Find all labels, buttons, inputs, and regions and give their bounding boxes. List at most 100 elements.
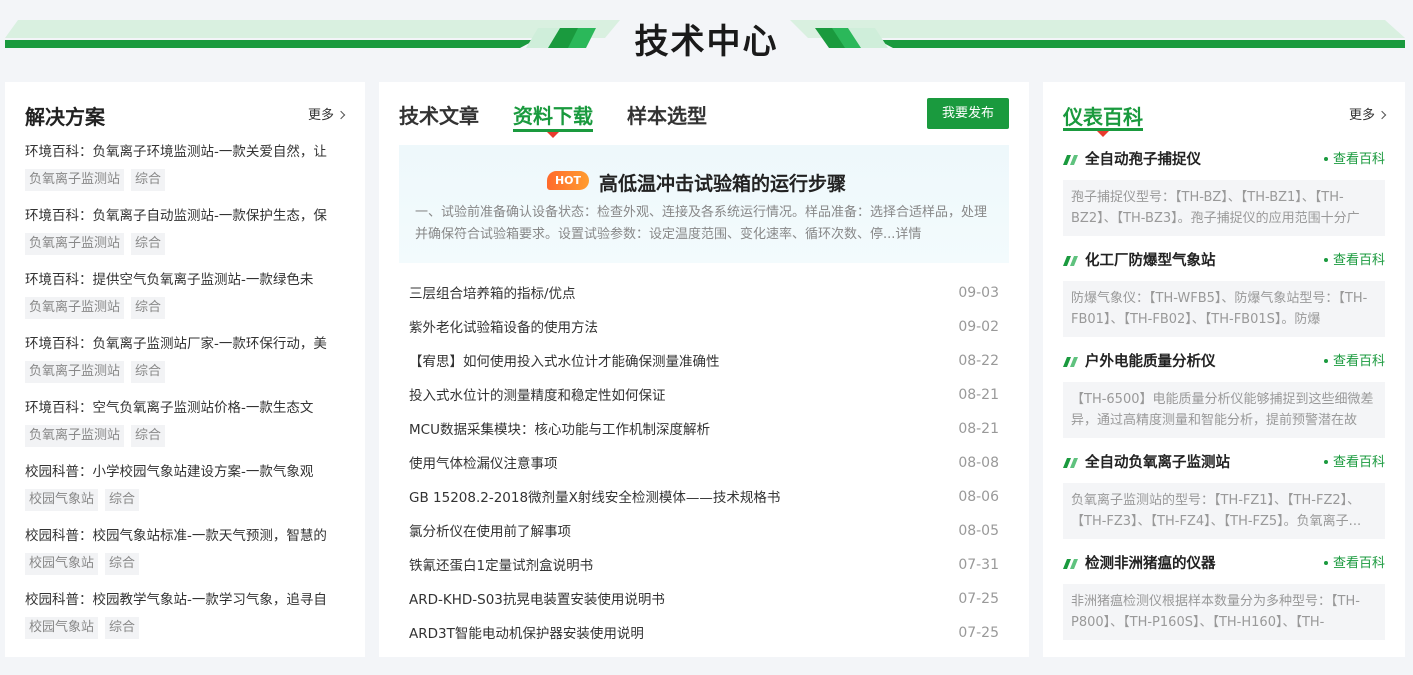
bullet-dot-icon — [1323, 460, 1328, 464]
solution-title-link[interactable]: 环境百科：空气负氧离子监测站价格-一款生态文 — [25, 398, 350, 418]
encyclopedia-item-title[interactable]: 户外电能质量分析仪 — [1085, 350, 1216, 374]
tag[interactable]: 校园气象站 — [25, 553, 99, 575]
encyclopedia-item-description: 负氧离子监测站的型号：【TH-FZ1】、【TH-FZ2】、【TH-FZ3】、【T… — [1063, 483, 1385, 539]
view-encyclopedia-link[interactable]: 查看百科 — [1323, 148, 1385, 172]
solution-title-link[interactable]: 环境百科：负氧离子环境监测站-一款关爱自然，让 — [25, 142, 350, 162]
encyclopedia-item-title[interactable]: 检测非洲猪瘟的仪器 — [1085, 552, 1216, 576]
list-item[interactable]: ARD-KHD-S03抗晃电装置安装使用说明书 07-25 — [409, 582, 999, 616]
encyclopedia-item-header: 化工厂防爆型气象站 查看百科 — [1063, 249, 1385, 273]
list-item[interactable]: 【宥思】如何使用投入式水位计才能确保测量准确性 08-22 — [409, 344, 999, 378]
view-encyclopedia-label: 查看百科 — [1332, 556, 1385, 571]
encyclopedia-item-header: 户外电能质量分析仪 查看百科 — [1063, 350, 1385, 374]
solution-title-link[interactable]: 校园科普：小学校园气象站建设方案-一款气象观 — [25, 462, 350, 482]
article-title-link[interactable]: 紫外老化试验箱设备的使用方法 — [409, 320, 598, 336]
slash-marks-icon — [1063, 458, 1078, 468]
tag[interactable]: 综合 — [105, 489, 140, 511]
slash-marks-icon — [1063, 155, 1078, 165]
tag[interactable]: 负氧离子监测站 — [25, 425, 125, 447]
article-date: 08-21 — [958, 421, 999, 437]
tag[interactable]: 综合 — [131, 361, 166, 383]
list-item[interactable]: MCU数据采集模块：核心功能与工作机制深度解析 08-21 — [409, 412, 999, 446]
tag[interactable]: 综合 — [131, 233, 166, 255]
tag[interactable]: 负氧离子监测站 — [25, 361, 125, 383]
solution-title-link[interactable]: 校园科普：校园教学气象站-一款学习气象，追寻自 — [25, 590, 350, 610]
article-date: 08-22 — [958, 353, 999, 369]
list-item[interactable]: 紫外老化试验箱设备的使用方法 09-02 — [409, 310, 999, 344]
article-title-link[interactable]: MCU数据采集模块：核心功能与工作机制深度解析 — [409, 422, 710, 438]
solution-title-link[interactable]: 环境百科：提供空气负氧离子监测站-一款绿色未 — [25, 270, 350, 290]
bullet-dot-icon — [1323, 157, 1328, 161]
view-encyclopedia-link[interactable]: 查看百科 — [1323, 249, 1385, 273]
encyclopedia-item-header: 全自动负氧离子监测站 查看百科 — [1063, 451, 1385, 475]
encyclopedia-item-title[interactable]: 全自动孢子捕捉仪 — [1085, 148, 1201, 172]
tag[interactable]: 综合 — [131, 169, 166, 191]
tag[interactable]: 校园气象站 — [25, 617, 99, 639]
view-encyclopedia-label: 查看百科 — [1332, 253, 1385, 268]
view-encyclopedia-link[interactable]: 查看百科 — [1323, 552, 1385, 576]
article-title-link[interactable]: 使用气体检漏仪注意事项 — [409, 456, 558, 472]
view-encyclopedia-label: 查看百科 — [1332, 152, 1385, 167]
tab-articles[interactable]: 技术文章 — [399, 100, 479, 132]
tab-samples[interactable]: 样本选型 — [627, 100, 707, 132]
solutions-title: 解决方案 — [25, 105, 105, 129]
article-title-link[interactable]: 氯分析仪在使用前了解事项 — [409, 524, 571, 540]
tag[interactable]: 校园气象站 — [25, 489, 99, 511]
tag[interactable]: 负氧离子监测站 — [25, 297, 125, 319]
article-title-link[interactable]: GB 15208.2-2018微剂量X射线安全检测模体——技术规格书 — [409, 490, 780, 506]
slash-marks-icon — [1063, 559, 1078, 569]
encyclopedia-item-description: 【TH-6500】电能质量分析仪能够捕捉到这些细微差异，通过高精度测量和智能分析… — [1063, 382, 1385, 438]
list-item[interactable]: 氯分析仪在使用前了解事项 08-05 — [409, 514, 999, 548]
tag[interactable]: 负氧离子监测站 — [25, 169, 125, 191]
list-item[interactable]: 铁氰还蛋白1定量试剂盒说明书 07-31 — [409, 548, 999, 582]
article-title-link[interactable]: ARD-KHD-S03抗晃电装置安装使用说明书 — [409, 592, 665, 608]
tag[interactable]: 综合 — [131, 425, 166, 447]
featured-article[interactable]: HOT 高低温冲击试验箱的运行步骤 一、试验前准备确认设备状态：检查外观、连接及… — [399, 145, 1009, 263]
list-item[interactable]: 投入式水位计的测量精度和稳定性如何保证 08-21 — [409, 378, 999, 412]
tag[interactable]: 综合 — [131, 297, 166, 319]
article-title-link[interactable]: 铁氰还蛋白1定量试剂盒说明书 — [409, 558, 593, 574]
encyclopedia-item: 全自动负氧离子监测站 查看百科负氧离子监测站的型号：【TH-FZ1】、【TH-FZ… — [1063, 451, 1385, 552]
encyclopedia-more-link[interactable]: 更多 — [1349, 104, 1387, 123]
solution-title-link[interactable]: 校园科普：校园气象站标准-一款天气预测，智慧的 — [25, 526, 350, 546]
downloads-panel: 技术文章 资料下载 样本选型 我要发布 HOT 高低温冲击试验箱的运行步骤 一、… — [379, 82, 1029, 657]
article-date: 08-06 — [958, 489, 999, 505]
solution-item: 环境百科：负氧离子监测站厂家-一款环保行动，美 负氧离子监测站 综合 — [25, 334, 350, 398]
list-item[interactable]: GB 15208.2-2018微剂量X射线安全检测模体——技术规格书 08-06 — [409, 480, 999, 514]
view-encyclopedia-link[interactable]: 查看百科 — [1323, 451, 1385, 475]
tag[interactable]: 负氧离子监测站 — [25, 233, 125, 255]
encyclopedia-item-header: 检测非洲猪瘟的仪器 查看百科 — [1063, 552, 1385, 576]
article-date: 08-08 — [958, 455, 999, 471]
solution-title-link[interactable]: 环境百科：负氧离子监测站厂家-一款环保行动，美 — [25, 334, 350, 354]
encyclopedia-title: 仪表百科 — [1063, 105, 1143, 129]
article-title-link[interactable]: 【宥思】如何使用投入式水位计才能确保测量准确性 — [409, 354, 720, 370]
view-encyclopedia-link[interactable]: 查看百科 — [1323, 350, 1385, 374]
tag[interactable]: 综合 — [105, 553, 140, 575]
bullet-dot-icon — [1323, 359, 1328, 363]
encyclopedia-item-title[interactable]: 全自动负氧离子监测站 — [1085, 451, 1230, 475]
encyclopedia-list: 全自动孢子捕捉仪 查看百科 孢子捕捉仪型号：【TH-BZ】、【TH-BZ1】、【TH… — [1063, 148, 1385, 653]
article-title-link[interactable]: 三层组合培养箱的指标/优点 — [409, 286, 576, 302]
view-encyclopedia-label: 查看百科 — [1332, 455, 1385, 470]
article-title-link[interactable]: 投入式水位计的测量精度和稳定性如何保证 — [409, 388, 666, 404]
solutions-more-link[interactable]: 更多 — [308, 104, 346, 123]
featured-description: 一、试验前准备确认设备状态：检查外观、连接及各系统运行情况。样品准备：选择合适样… — [415, 205, 988, 242]
solution-title-link[interactable]: 环境百科：负氧离子自动监测站-一款保护生态，保 — [25, 206, 350, 226]
publish-button[interactable]: 我要发布 — [927, 98, 1009, 129]
list-item[interactable]: 三层组合培养箱的指标/优点 09-03 — [409, 276, 999, 310]
view-encyclopedia-label: 查看百科 — [1332, 354, 1385, 369]
encyclopedia-item: 户外电能质量分析仪 查看百科【TH-6500】电能质量分析仪能够捕捉到这些细微差异… — [1063, 350, 1385, 451]
article-title-link[interactable]: ARD3T智能电动机保护器安装使用说明 — [409, 626, 644, 642]
more-label: 更多 — [1349, 108, 1376, 123]
tag-group: 校园气象站 综合 — [25, 552, 350, 575]
tab-downloads[interactable]: 资料下载 — [513, 100, 593, 132]
featured-title[interactable]: 高低温冲击试验箱的运行步骤 — [599, 169, 846, 196]
more-label: 更多 — [308, 108, 335, 123]
encyclopedia-item-title[interactable]: 化工厂防爆型气象站 — [1085, 249, 1216, 273]
tag-group: 负氧离子监测站 综合 — [25, 168, 350, 191]
tag-group: 校园气象站 综合 — [25, 616, 350, 639]
list-item[interactable]: ARD3T智能电动机保护器安装使用说明 07-25 — [409, 616, 999, 650]
list-item[interactable]: 使用气体检漏仪注意事项 08-08 — [409, 446, 999, 480]
chevron-right-icon — [336, 110, 346, 120]
tag[interactable]: 综合 — [105, 617, 140, 639]
tag-group: 负氧离子监测站 综合 — [25, 424, 350, 447]
